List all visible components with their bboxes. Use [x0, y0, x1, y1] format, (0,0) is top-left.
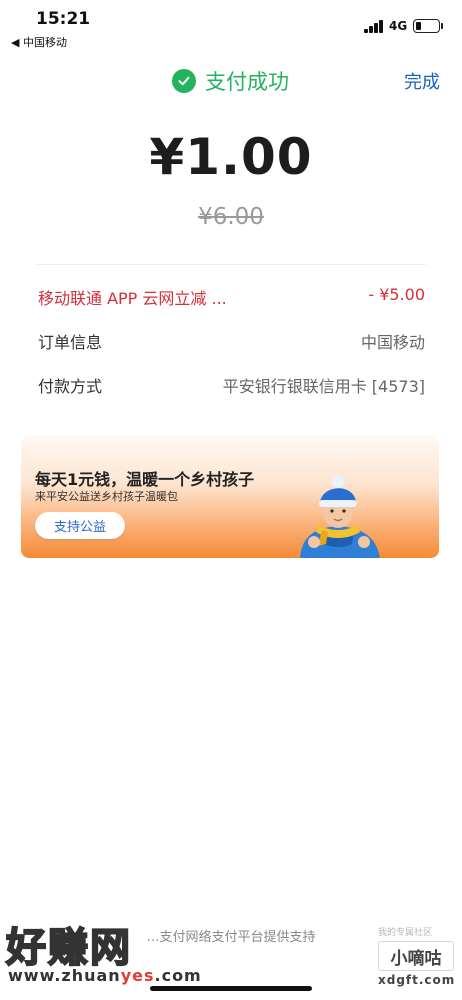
battery-tip	[441, 23, 443, 29]
banner-title: 每天1元钱，温暖一个乡村孩子	[35, 470, 255, 489]
paid-amount: ¥1.00	[149, 128, 313, 186]
watermark-url-post: .com	[154, 966, 202, 985]
watermark-right-logo: 小嘀咕	[378, 941, 454, 971]
order-info-row: 订单信息 中国移动	[38, 329, 425, 353]
child-illustration	[300, 476, 380, 558]
divider	[36, 264, 426, 265]
discount-label: 移动联通 APP 云网立减 ...	[38, 289, 227, 308]
order-info-label: 订单信息	[38, 333, 103, 352]
support-charity-button[interactable]: 支持公益	[35, 512, 125, 539]
discount-value: - ¥5.00	[368, 285, 425, 304]
status-time: 15:21	[36, 9, 91, 29]
original-amount-text: ¥6.00	[198, 204, 264, 230]
signal-icon	[364, 20, 385, 33]
banner-subtitle: 来平安公益送乡村孩子温暖包	[35, 490, 178, 503]
network-type: 4G	[389, 19, 408, 33]
order-info-value: 中国移动	[360, 333, 425, 352]
back-to-app-link[interactable]: ◀ 中国移动	[11, 34, 67, 50]
discount-row[interactable]: 移动联通 APP 云网立减 ... - ¥5.00	[38, 285, 425, 309]
original-amount: ¥6.00	[0, 204, 462, 230]
payment-method-value: 平安银行银联信用卡 [4573]	[222, 377, 425, 396]
battery-icon	[413, 19, 440, 33]
done-button[interactable]: 完成	[404, 68, 440, 94]
result-header: 支付成功 完成	[0, 58, 462, 102]
payment-method-row: 付款方式 平安银行银联信用卡 [4573]	[38, 373, 425, 397]
payment-method-label: 付款方式	[38, 377, 103, 396]
charity-banner[interactable]: 每天1元钱，温暖一个乡村孩子 来平安公益送乡村孩子温暖包 支持公益	[21, 436, 439, 558]
home-indicator[interactable]	[150, 986, 312, 991]
watermark-left-logo: 好赚网	[5, 924, 132, 972]
success-title: 支付成功	[172, 66, 289, 96]
watermark-url-pre: www.zhuan	[8, 966, 121, 985]
status-bar: 15:21 ◀ 中国移动 4G	[0, 0, 462, 58]
check-circle-icon	[172, 69, 196, 93]
success-text: 支付成功	[205, 70, 289, 94]
watermark-right-caption: 我的专属社区	[378, 928, 433, 938]
watermark-right-url: xdgft.com	[378, 973, 456, 987]
watermark-url-yes: yes	[120, 966, 155, 985]
watermark-left-url: www.zhuanyes.com	[8, 966, 202, 985]
